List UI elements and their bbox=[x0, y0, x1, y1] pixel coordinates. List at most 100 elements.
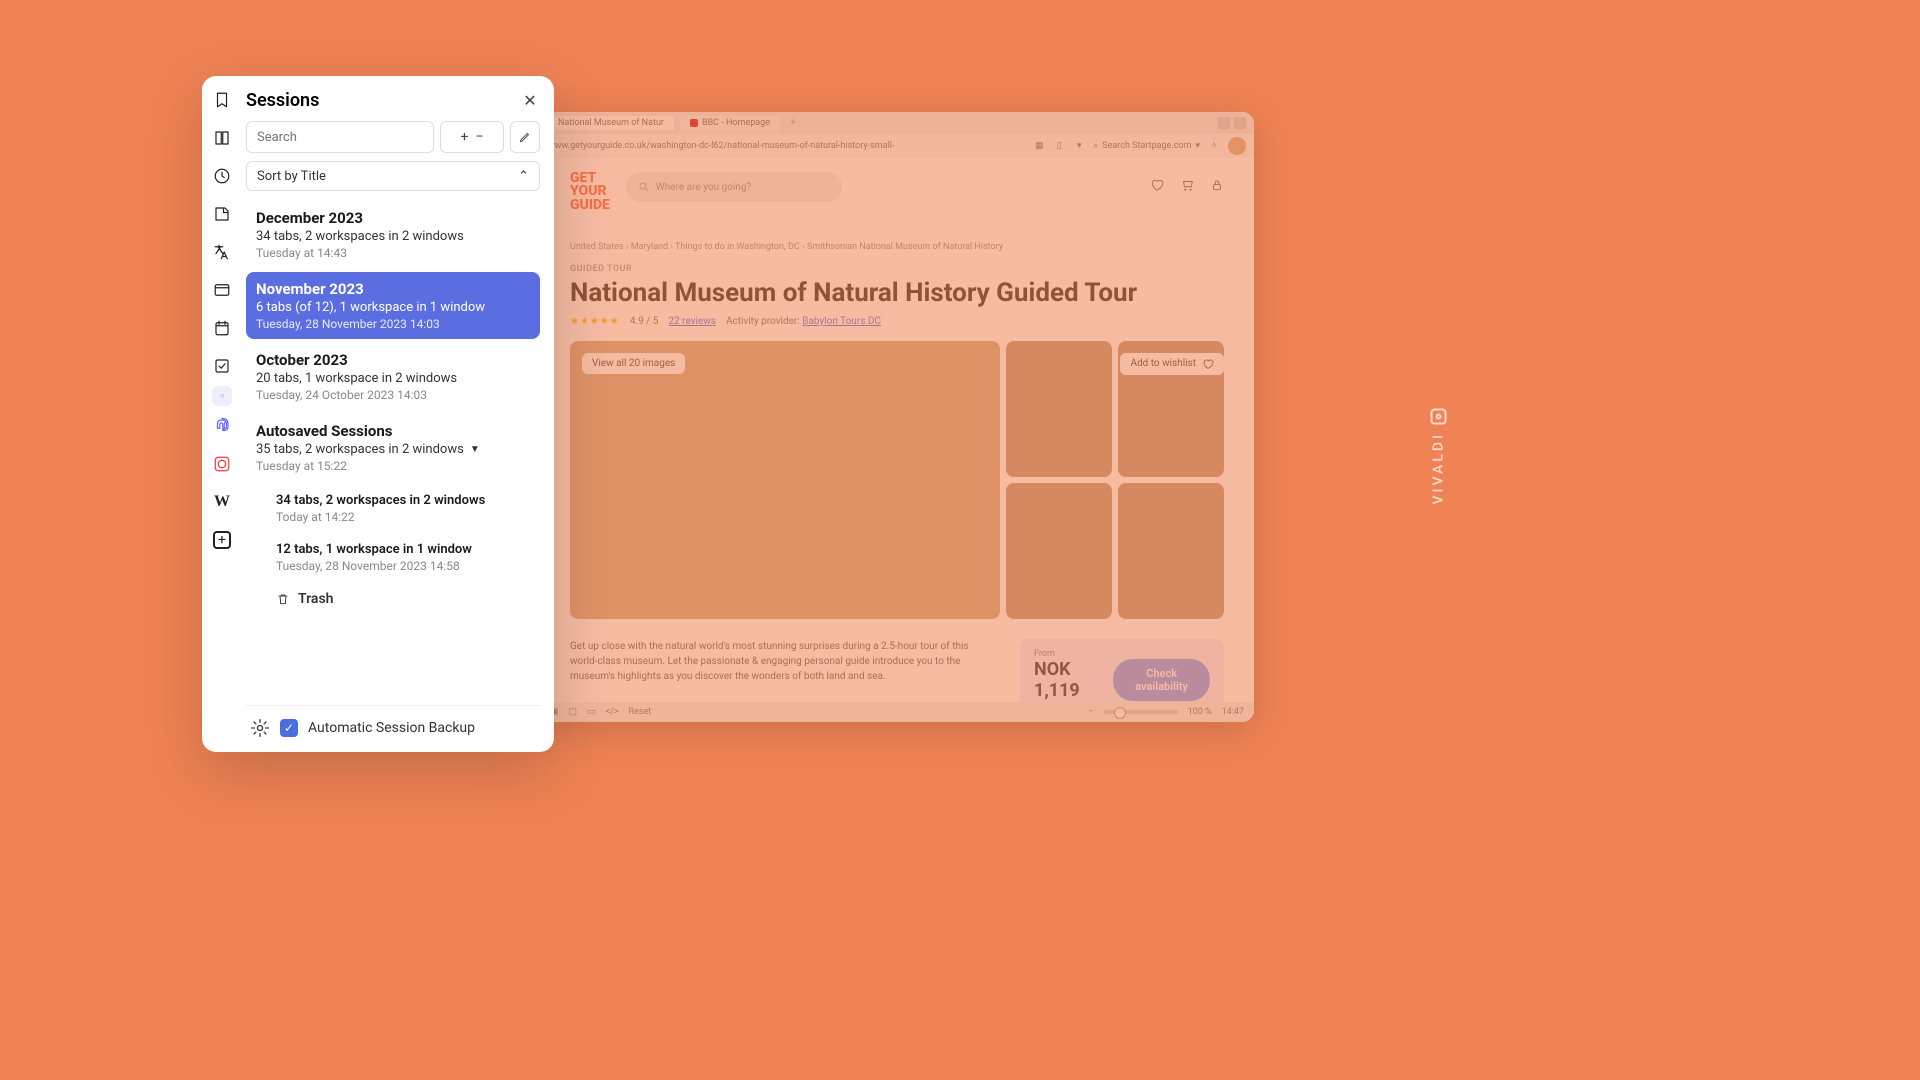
lock-icon[interactable] bbox=[1210, 178, 1224, 192]
breadcrumb: United States Maryland Things to do in W… bbox=[570, 212, 1224, 252]
session-item[interactable]: October 2023 20 tabs, 1 workspace in 2 w… bbox=[246, 343, 540, 410]
panel-icon-bar: W + bbox=[202, 76, 242, 752]
image-gallery: View all 20 images Add to wishlist bbox=[570, 341, 1224, 619]
zoom-slider[interactable] bbox=[1104, 710, 1178, 714]
extensions-icon[interactable]: ✧ bbox=[1208, 140, 1220, 152]
tab-label: BBC - Homepage bbox=[702, 118, 770, 128]
auto-backup-checkbox[interactable]: ✓ bbox=[280, 719, 298, 737]
provider-link[interactable]: Babylon Tours DC bbox=[802, 316, 881, 327]
sort-dropdown[interactable]: Sort by Title ⌃ bbox=[246, 161, 540, 191]
breadcrumb-item[interactable]: United States bbox=[570, 242, 631, 252]
panel-header: Sessions ✕ bbox=[246, 90, 540, 111]
profile-avatar[interactable] bbox=[1228, 137, 1246, 155]
breadcrumb-item[interactable]: Things to do in Washington, DC bbox=[675, 242, 807, 252]
gallery-thumb[interactable] bbox=[1006, 483, 1112, 619]
image-icon[interactable]: ▢ bbox=[569, 707, 578, 717]
vivaldi-watermark: VIVALDI bbox=[1430, 408, 1446, 504]
new-tab-button[interactable]: + bbox=[786, 116, 800, 130]
browser-tab[interactable]: National Museum of Natur bbox=[548, 116, 674, 130]
header-actions bbox=[1150, 172, 1224, 192]
category-label: GUIDED TOUR bbox=[570, 264, 1224, 274]
window-panel-icon[interactable] bbox=[212, 280, 232, 300]
trash-icon bbox=[276, 592, 290, 606]
price-value: NOK 1,119 bbox=[1034, 659, 1099, 701]
code-icon[interactable]: </> bbox=[606, 707, 619, 717]
session-item[interactable]: 34 tabs, 2 workspaces in 2 windows Today… bbox=[266, 485, 540, 530]
dropdown-icon[interactable]: ▾ bbox=[1073, 140, 1085, 152]
search-icon: ⌕ bbox=[1093, 141, 1098, 151]
reviews-link[interactable]: 22 reviews bbox=[668, 316, 716, 327]
chevron-up-icon: ⌃ bbox=[518, 169, 529, 184]
search-input[interactable] bbox=[246, 121, 434, 153]
wishlist-label: Add to wishlist bbox=[1130, 358, 1196, 369]
vivaldi-icon[interactable] bbox=[212, 454, 232, 474]
trash-item[interactable]: Trash bbox=[266, 583, 540, 615]
session-time: Tuesday, 28 November 2023 14:58 bbox=[276, 559, 530, 573]
mastodon-icon[interactable] bbox=[212, 416, 232, 436]
panel-toolbar: + − bbox=[246, 121, 540, 153]
zoom-out-button[interactable]: − bbox=[1088, 707, 1093, 717]
auto-backup-label[interactable]: Automatic Session Backup bbox=[308, 720, 475, 736]
session-time: Tuesday at 14:43 bbox=[256, 246, 530, 260]
session-time: Tuesday, 24 October 2023 14:03 bbox=[256, 388, 530, 402]
add-panel-button[interactable]: + bbox=[212, 530, 232, 550]
reset-zoom-button[interactable]: Reset bbox=[629, 707, 652, 717]
search-box[interactable]: ⌕ Search Startpage.com ▾ bbox=[1093, 141, 1200, 151]
page-title: National Museum of Natural History Guide… bbox=[570, 278, 1224, 308]
caret-down-icon: ▼ bbox=[470, 444, 480, 455]
wikipedia-icon[interactable]: W bbox=[212, 492, 232, 512]
breadcrumb-item[interactable]: Maryland bbox=[631, 242, 675, 252]
vivaldi-logo-icon bbox=[1430, 408, 1446, 424]
autosaved-header[interactable]: Autosaved Sessions 35 tabs, 2 workspaces… bbox=[246, 414, 540, 481]
search-placeholder: Search Startpage.com bbox=[1102, 141, 1191, 151]
url-field[interactable]: www.getyourguide.co.uk/washington-dc-l62… bbox=[548, 141, 1025, 151]
calendar-icon[interactable] bbox=[212, 318, 232, 338]
browser-tab[interactable]: BBC - Homepage bbox=[680, 116, 780, 130]
gallery-main-image[interactable]: View all 20 images Add to wishlist bbox=[570, 341, 1000, 619]
heart-icon[interactable] bbox=[1150, 178, 1164, 192]
sessions-list: December 2023 34 tabs, 2 workspaces in 2… bbox=[246, 201, 540, 705]
panel-icon[interactable]: ▭ bbox=[587, 707, 596, 717]
close-panel-button[interactable]: ✕ bbox=[520, 91, 540, 111]
session-item[interactable]: November 2023 6 tabs (of 12), 1 workspac… bbox=[246, 272, 540, 339]
heart-icon bbox=[1202, 358, 1214, 370]
page-content: GET YOUR GUIDE Where are you going? Unit… bbox=[540, 158, 1254, 722]
add-to-wishlist-button[interactable]: Add to wishlist bbox=[1120, 353, 1224, 375]
session-time: Tuesday, 28 November 2023 14:03 bbox=[256, 317, 530, 331]
translate-icon[interactable] bbox=[212, 242, 232, 262]
settings-icon[interactable] bbox=[250, 718, 270, 738]
session-item[interactable]: 12 tabs, 1 workspace in 1 window Tuesday… bbox=[266, 534, 540, 579]
bookmark-icon[interactable]: ▯ bbox=[1053, 140, 1065, 152]
rating-row: ★★★★★ 4.9 / 5 22 reviews Activity provid… bbox=[570, 316, 1224, 327]
gallery-thumb[interactable] bbox=[1006, 341, 1112, 477]
add-remove-session-button[interactable]: + − bbox=[440, 121, 504, 153]
site-logo[interactable]: GET YOUR GUIDE bbox=[570, 172, 610, 212]
reading-list-icon[interactable] bbox=[212, 128, 232, 148]
window-controls bbox=[1218, 117, 1246, 129]
panel-title: Sessions bbox=[246, 90, 520, 111]
site-search-placeholder: Where are you going? bbox=[656, 182, 751, 193]
chevron-down-icon[interactable]: ▾ bbox=[1195, 141, 1200, 151]
view-all-images-button[interactable]: View all 20 images bbox=[582, 353, 685, 374]
tasks-icon[interactable] bbox=[212, 356, 232, 376]
site-search-input[interactable]: Where are you going? bbox=[626, 172, 842, 202]
gallery-thumb[interactable] bbox=[1118, 483, 1224, 619]
cloud-icon[interactable] bbox=[1218, 117, 1230, 129]
clock: 14:47 bbox=[1222, 707, 1244, 717]
history-icon[interactable] bbox=[212, 166, 232, 186]
cart-icon[interactable] bbox=[1180, 178, 1194, 192]
rating-value: 4.9 / 5 bbox=[630, 316, 659, 327]
trash-label: Trash bbox=[298, 591, 333, 607]
breadcrumb-item[interactable]: Smithsonian National Museum of Natural H… bbox=[807, 242, 1003, 252]
session-item[interactable]: December 2023 34 tabs, 2 workspaces in 2… bbox=[246, 201, 540, 268]
trash-icon[interactable] bbox=[1234, 117, 1246, 129]
autosaved-title: Autosaved Sessions bbox=[256, 422, 392, 440]
address-bar: www.getyourguide.co.uk/washington-dc-l62… bbox=[540, 134, 1254, 158]
sessions-icon[interactable] bbox=[212, 386, 232, 406]
qr-icon[interactable]: ▦ bbox=[1033, 140, 1045, 152]
edit-session-button[interactable] bbox=[510, 121, 540, 153]
bookmarks-icon[interactable] bbox=[212, 90, 232, 110]
tab-bar: National Museum of Natur BBC - Homepage … bbox=[540, 112, 1254, 134]
notes-icon[interactable] bbox=[212, 204, 232, 224]
check-availability-button[interactable]: Check availability bbox=[1113, 659, 1210, 701]
